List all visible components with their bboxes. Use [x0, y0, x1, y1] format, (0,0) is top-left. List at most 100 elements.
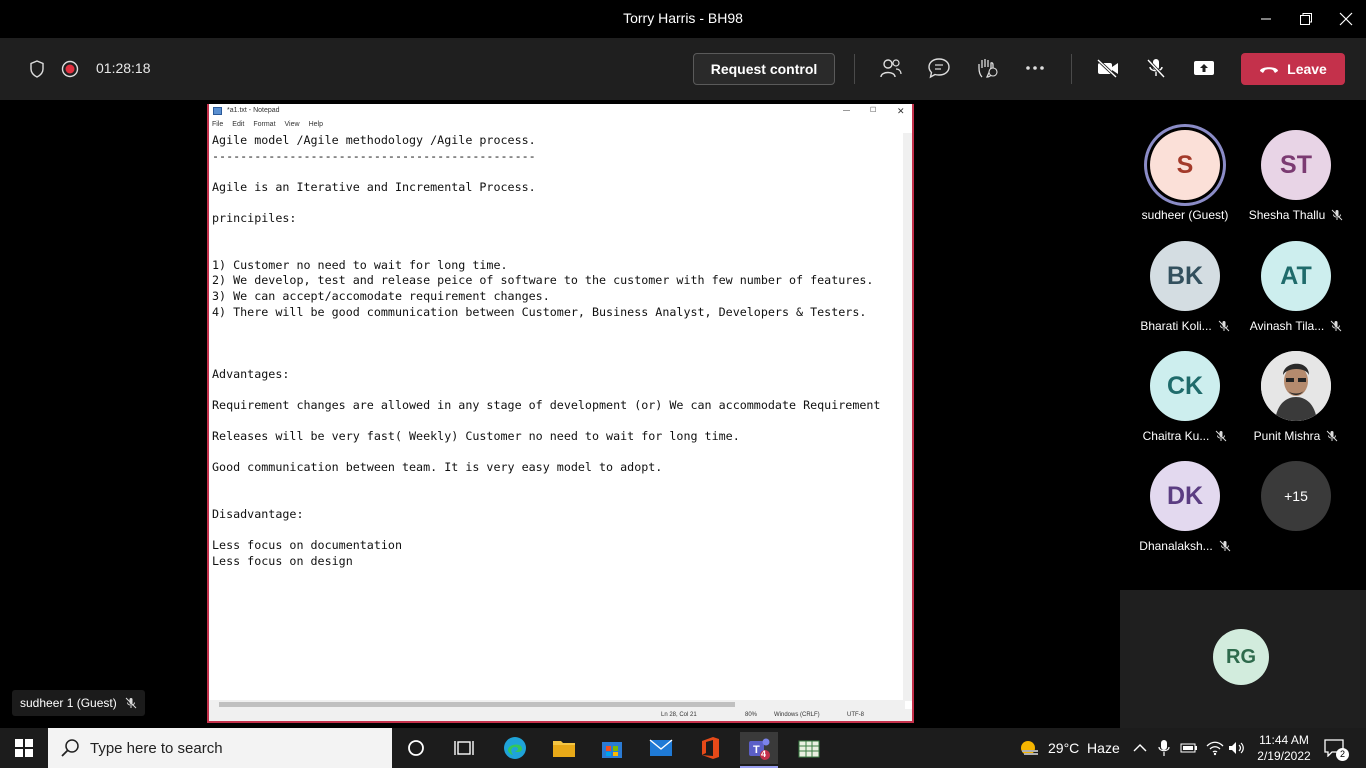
cortana-button[interactable] — [400, 732, 432, 764]
close-icon — [1339, 12, 1353, 26]
participant-tile[interactable]: Punit Mishra — [1241, 351, 1351, 443]
spreadsheet-app[interactable] — [793, 732, 825, 764]
teams-app[interactable]: T 4 — [740, 732, 778, 764]
notepad-minimize-icon[interactable]: — — [843, 104, 850, 118]
notepad-close-icon[interactable]: ✕ — [897, 104, 905, 118]
self-name: sudheer 1 (Guest) — [20, 696, 117, 710]
request-control-button[interactable]: Request control — [693, 53, 835, 85]
store-app[interactable] — [596, 732, 628, 764]
restore-icon — [1300, 13, 1312, 25]
file-explorer-app[interactable] — [548, 732, 580, 764]
avatar: RG — [1213, 629, 1269, 685]
chat-icon[interactable] — [926, 55, 952, 81]
start-button[interactable] — [8, 732, 40, 764]
leave-button[interactable]: Leave — [1241, 53, 1345, 85]
restore-button[interactable] — [1286, 0, 1326, 38]
office-app[interactable] — [694, 732, 726, 764]
windows-logo-icon — [15, 739, 33, 757]
more-participants-button[interactable]: +15 — [1241, 461, 1351, 531]
close-button[interactable] — [1326, 0, 1366, 38]
task-view-button[interactable] — [448, 732, 480, 764]
participant-tile[interactable]: AT Avinash Tila... — [1241, 241, 1351, 333]
toolbar-divider — [1071, 54, 1072, 84]
search-placeholder: Type here to search — [90, 739, 223, 757]
leave-label: Leave — [1287, 61, 1327, 77]
chevron-up-icon — [1133, 744, 1147, 752]
participant-tile[interactable]: CK Chaitra Ku... — [1130, 351, 1240, 443]
avatar: CK — [1150, 351, 1220, 421]
microphone-tray[interactable] — [1157, 728, 1171, 768]
window-title: Torry Harris - BH98 — [623, 10, 743, 26]
svg-text:T: T — [753, 744, 760, 756]
avatar-photo — [1261, 351, 1331, 421]
volume-icon — [1229, 742, 1244, 754]
battery-tray[interactable] — [1180, 728, 1198, 768]
cursor-position: Ln 28, Col 21 — [661, 712, 697, 718]
notepad-vertical-scrollbar[interactable] — [903, 133, 912, 701]
edge-app[interactable] — [499, 732, 531, 764]
meeting-toolbar: 01:28:18 Request control Leave — [0, 38, 1366, 100]
notepad-titlebar: *a1.txt - Notepad — ☐ ✕ — [209, 104, 912, 118]
participant-tile[interactable]: ST Shesha Thallu — [1241, 130, 1351, 222]
participant-tile[interactable]: S sudheer (Guest) — [1130, 130, 1240, 222]
mic-muted-icon — [1331, 209, 1343, 221]
taskbar: Type here to search T 4 29°C Haze 11:44 … — [0, 728, 1366, 768]
network-tray[interactable] — [1206, 728, 1224, 768]
menu-format[interactable]: Format — [253, 118, 275, 131]
edge-icon — [504, 737, 526, 759]
taskbar-search-box[interactable]: Type here to search — [48, 728, 392, 768]
minimize-button[interactable] — [1246, 0, 1286, 38]
notepad-statusbar: Ln 28, Col 21 80% Windows (CRLF) UTF-8 — [209, 709, 912, 721]
shield-icon[interactable] — [27, 59, 47, 79]
notepad-menubar: File Edit Format View Help — [209, 118, 912, 131]
line-ending: Windows (CRLF) — [774, 712, 820, 718]
mic-muted-icon[interactable] — [1143, 55, 1169, 81]
mic-muted-icon — [1326, 430, 1338, 442]
notification-count: 2 — [1336, 748, 1349, 761]
menu-file[interactable]: File — [212, 118, 223, 131]
search-icon — [61, 739, 79, 757]
menu-view[interactable]: View — [285, 118, 300, 131]
participant-name: sudheer (Guest) — [1141, 208, 1229, 222]
minimize-icon — [1261, 18, 1271, 20]
avatar: AT — [1261, 241, 1331, 311]
notepad-horizontal-scrollbar[interactable] — [209, 700, 905, 709]
camera-off-icon[interactable] — [1095, 55, 1121, 81]
notification-center[interactable]: 2 — [1324, 728, 1349, 768]
battery-icon — [1180, 743, 1197, 753]
clock-time: 11:44 AM — [1259, 733, 1309, 747]
teams-badge: 4 — [761, 749, 767, 759]
menu-edit[interactable]: Edit — [232, 118, 244, 131]
people-icon[interactable] — [878, 55, 904, 81]
raise-hand-icon[interactable] — [974, 55, 1000, 81]
show-hidden-icons[interactable] — [1133, 728, 1147, 768]
toolbar-divider — [854, 54, 855, 84]
participant-name: Chaitra Ku... — [1142, 429, 1210, 443]
task-view-icon — [454, 741, 474, 755]
notepad-window: *a1.txt - Notepad — ☐ ✕ File Edit Format… — [207, 104, 914, 723]
spreadsheet-icon — [798, 740, 820, 758]
participant-tile[interactable]: BK Bharati Koli... — [1130, 241, 1240, 333]
taskbar-clock[interactable]: 11:44 AM 2/19/2022 — [1250, 732, 1318, 764]
menu-help[interactable]: Help — [309, 118, 323, 131]
mail-app[interactable] — [645, 732, 677, 764]
avatar: ST — [1261, 130, 1331, 200]
participant-name: Punit Mishra — [1253, 429, 1321, 443]
volume-tray[interactable] — [1228, 728, 1246, 768]
participant-name: Dhanalaksh... — [1139, 539, 1213, 553]
recording-icon — [60, 59, 80, 79]
mail-icon — [649, 739, 673, 756]
participant-video-tile[interactable]: RG — [1120, 590, 1366, 728]
participant-name: Bharati Koli... — [1140, 319, 1212, 333]
notepad-maximize-icon[interactable]: ☐ — [870, 104, 876, 118]
participant-name: Avinash Tila... — [1249, 319, 1325, 333]
more-options-icon[interactable] — [1022, 55, 1048, 81]
share-screen-icon[interactable] — [1191, 55, 1217, 81]
teams-icon: T — [749, 738, 770, 760]
participant-tile[interactable]: DK Dhanalaksh... — [1130, 461, 1240, 553]
weather-widget[interactable]: 29°C Haze — [1018, 728, 1120, 768]
microphone-icon — [1158, 740, 1170, 756]
notepad-scroll-thumb[interactable] — [219, 702, 735, 707]
folder-icon — [553, 741, 575, 757]
notepad-text-area[interactable]: Agile model /Agile methodology /Agile pr… — [212, 133, 902, 701]
